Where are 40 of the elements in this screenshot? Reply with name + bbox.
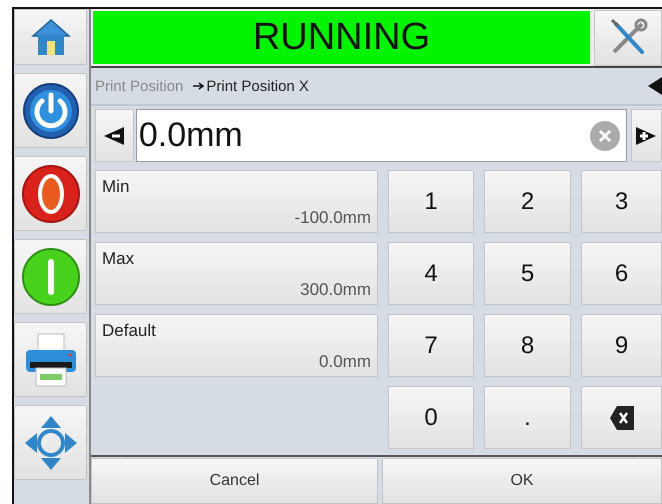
start-button[interactable] — [14, 239, 87, 314]
backspace-icon — [610, 404, 634, 430]
navigation-button[interactable] — [14, 405, 87, 480]
dialog-button[interactable]: Cancel — [91, 458, 378, 504]
keypad-key[interactable]: 1 — [388, 170, 474, 233]
settings-button[interactable] — [594, 10, 662, 66]
keypad-key[interactable]: 2 — [484, 170, 571, 233]
keypad-key[interactable]: 8 — [484, 314, 571, 377]
home-button[interactable] — [14, 9, 87, 65]
print-button[interactable] — [14, 322, 87, 397]
keypad-key[interactable]: 9 — [581, 314, 662, 377]
keypad-key[interactable]: . — [484, 386, 571, 449]
value-field[interactable]: 0.0mm — [136, 109, 627, 162]
right-arrow-icon — [636, 126, 656, 144]
backspace-key[interactable] — [581, 386, 662, 449]
power-icon — [22, 82, 80, 140]
keypad-key[interactable]: 3 — [581, 170, 662, 233]
power-button[interactable] — [14, 73, 87, 148]
stop-icon — [20, 164, 80, 224]
keypad-key[interactable]: 6 — [581, 242, 662, 305]
home-icon — [30, 17, 70, 57]
right-arrow-icon — [193, 82, 206, 90]
printer-icon — [24, 332, 78, 388]
keypad-key[interactable]: 4 — [388, 242, 474, 305]
increase-button[interactable] — [630, 109, 662, 162]
limit-button[interactable]: Min -100.0mm — [95, 170, 378, 233]
decrease-button[interactable] — [95, 109, 134, 162]
dialog-button[interactable]: OK — [382, 458, 662, 504]
limit-button[interactable]: Default 0.0mm — [95, 314, 378, 377]
back-arrow-icon[interactable] — [648, 77, 662, 95]
keypad-key[interactable]: 0 — [388, 386, 474, 449]
keypad-key[interactable]: 7 — [388, 314, 474, 377]
four-arrows-icon — [22, 414, 78, 472]
left-arrow-icon — [104, 126, 124, 144]
status-bar: RUNNING — [93, 11, 590, 64]
keypad-key[interactable]: 5 — [484, 242, 571, 305]
breadcrumb-current: Print Position X — [206, 78, 309, 94]
start-icon — [20, 246, 80, 306]
limit-button[interactable]: Max 300.0mm — [95, 242, 378, 305]
stop-button[interactable] — [14, 156, 87, 231]
